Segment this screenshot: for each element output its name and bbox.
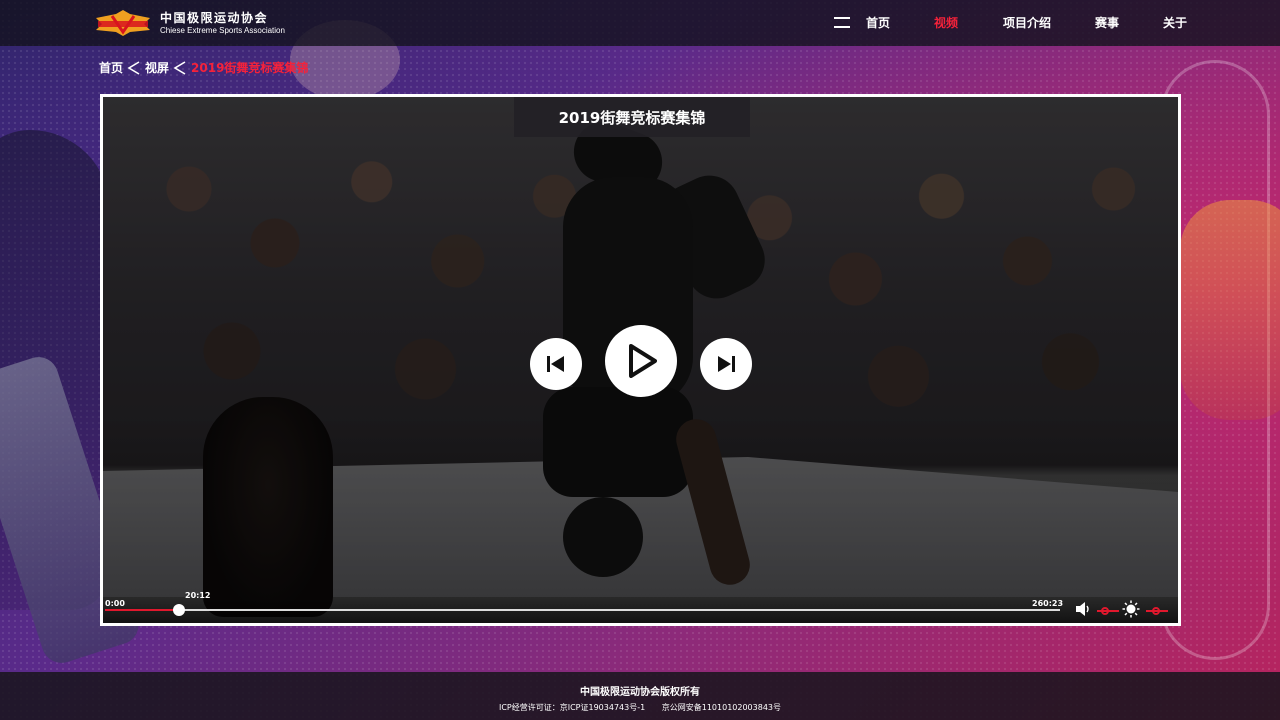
site-footer: 中国极限运动协会版权所有 ICP经营许可证：京ICP证19034743号-1 京…	[0, 672, 1280, 720]
brightness-icon[interactable]	[1122, 600, 1140, 618]
footer-copyright: 中国极限运动协会版权所有	[580, 687, 700, 698]
time-current: 20:12	[185, 591, 211, 600]
nav-item-projects[interactable]: 项目介绍	[1003, 15, 1095, 31]
progress-fill	[105, 609, 180, 611]
breadcrumb: 首页 视屏 2019街舞竞标赛集锦	[99, 59, 308, 76]
player-control-bar: 0:00 20:12 260:23	[103, 591, 1178, 623]
menu-icon[interactable]	[834, 17, 850, 28]
video-title: 2019街舞竞标赛集锦	[514, 97, 750, 137]
skip-previous-icon	[547, 356, 564, 372]
time-start: 0:00	[105, 599, 125, 608]
background-skater-graphic	[0, 130, 110, 610]
nav-item-video[interactable]: 视频	[934, 15, 1003, 31]
top-header: 中国极限运动协会 Chiese Extreme Sports Associati…	[0, 0, 1280, 46]
footer-icp-license: ICP经营许可证：京ICP证19034743号-1	[498, 703, 646, 712]
chevron-left-icon	[127, 60, 141, 76]
breadcrumb-current: 2019街舞竞标赛集锦	[191, 61, 309, 75]
play-icon	[629, 344, 657, 378]
brightness-handle[interactable]	[1152, 607, 1160, 615]
nav-item-home[interactable]: 首页	[866, 15, 934, 31]
footer-public-security: 京公网安备11010102003843号	[661, 703, 782, 712]
time-total: 260:23	[1032, 599, 1064, 608]
logo-emblem-icon	[94, 10, 152, 36]
progress-track[interactable]	[105, 604, 1060, 616]
play-button[interactable]	[605, 325, 677, 397]
skip-next-icon	[718, 356, 735, 372]
nav-item-about[interactable]: 关于	[1163, 15, 1187, 31]
volume-icon[interactable]	[1075, 601, 1091, 617]
site-logo[interactable]: 中国极限运动协会 Chiese Extreme Sports Associati…	[94, 10, 285, 36]
breadcrumb-section[interactable]: 视屏	[145, 59, 169, 76]
breadcrumb-home[interactable]: 首页	[99, 59, 123, 76]
footer-icp: ICP经营许可证：京ICP证19034743号-1 京公网安备110101020…	[0, 702, 1280, 713]
volume-handle[interactable]	[1101, 607, 1109, 615]
logo-title-en: Chiese Extreme Sports Association	[160, 25, 285, 35]
logo-title-cn: 中国极限运动协会	[160, 10, 269, 25]
progress-handle[interactable]	[173, 604, 186, 616]
chevron-left-icon	[173, 60, 187, 76]
previous-button[interactable]	[530, 338, 582, 390]
video-player[interactable]: 2019街舞竞标赛集锦 0:00 20:12 260:23	[100, 94, 1181, 626]
background-rider-graphic	[1180, 200, 1280, 420]
nav-item-events[interactable]: 赛事	[1095, 15, 1163, 31]
main-nav: 首页 视频 项目介绍 赛事 关于	[866, 15, 1187, 31]
next-button[interactable]	[700, 338, 752, 390]
